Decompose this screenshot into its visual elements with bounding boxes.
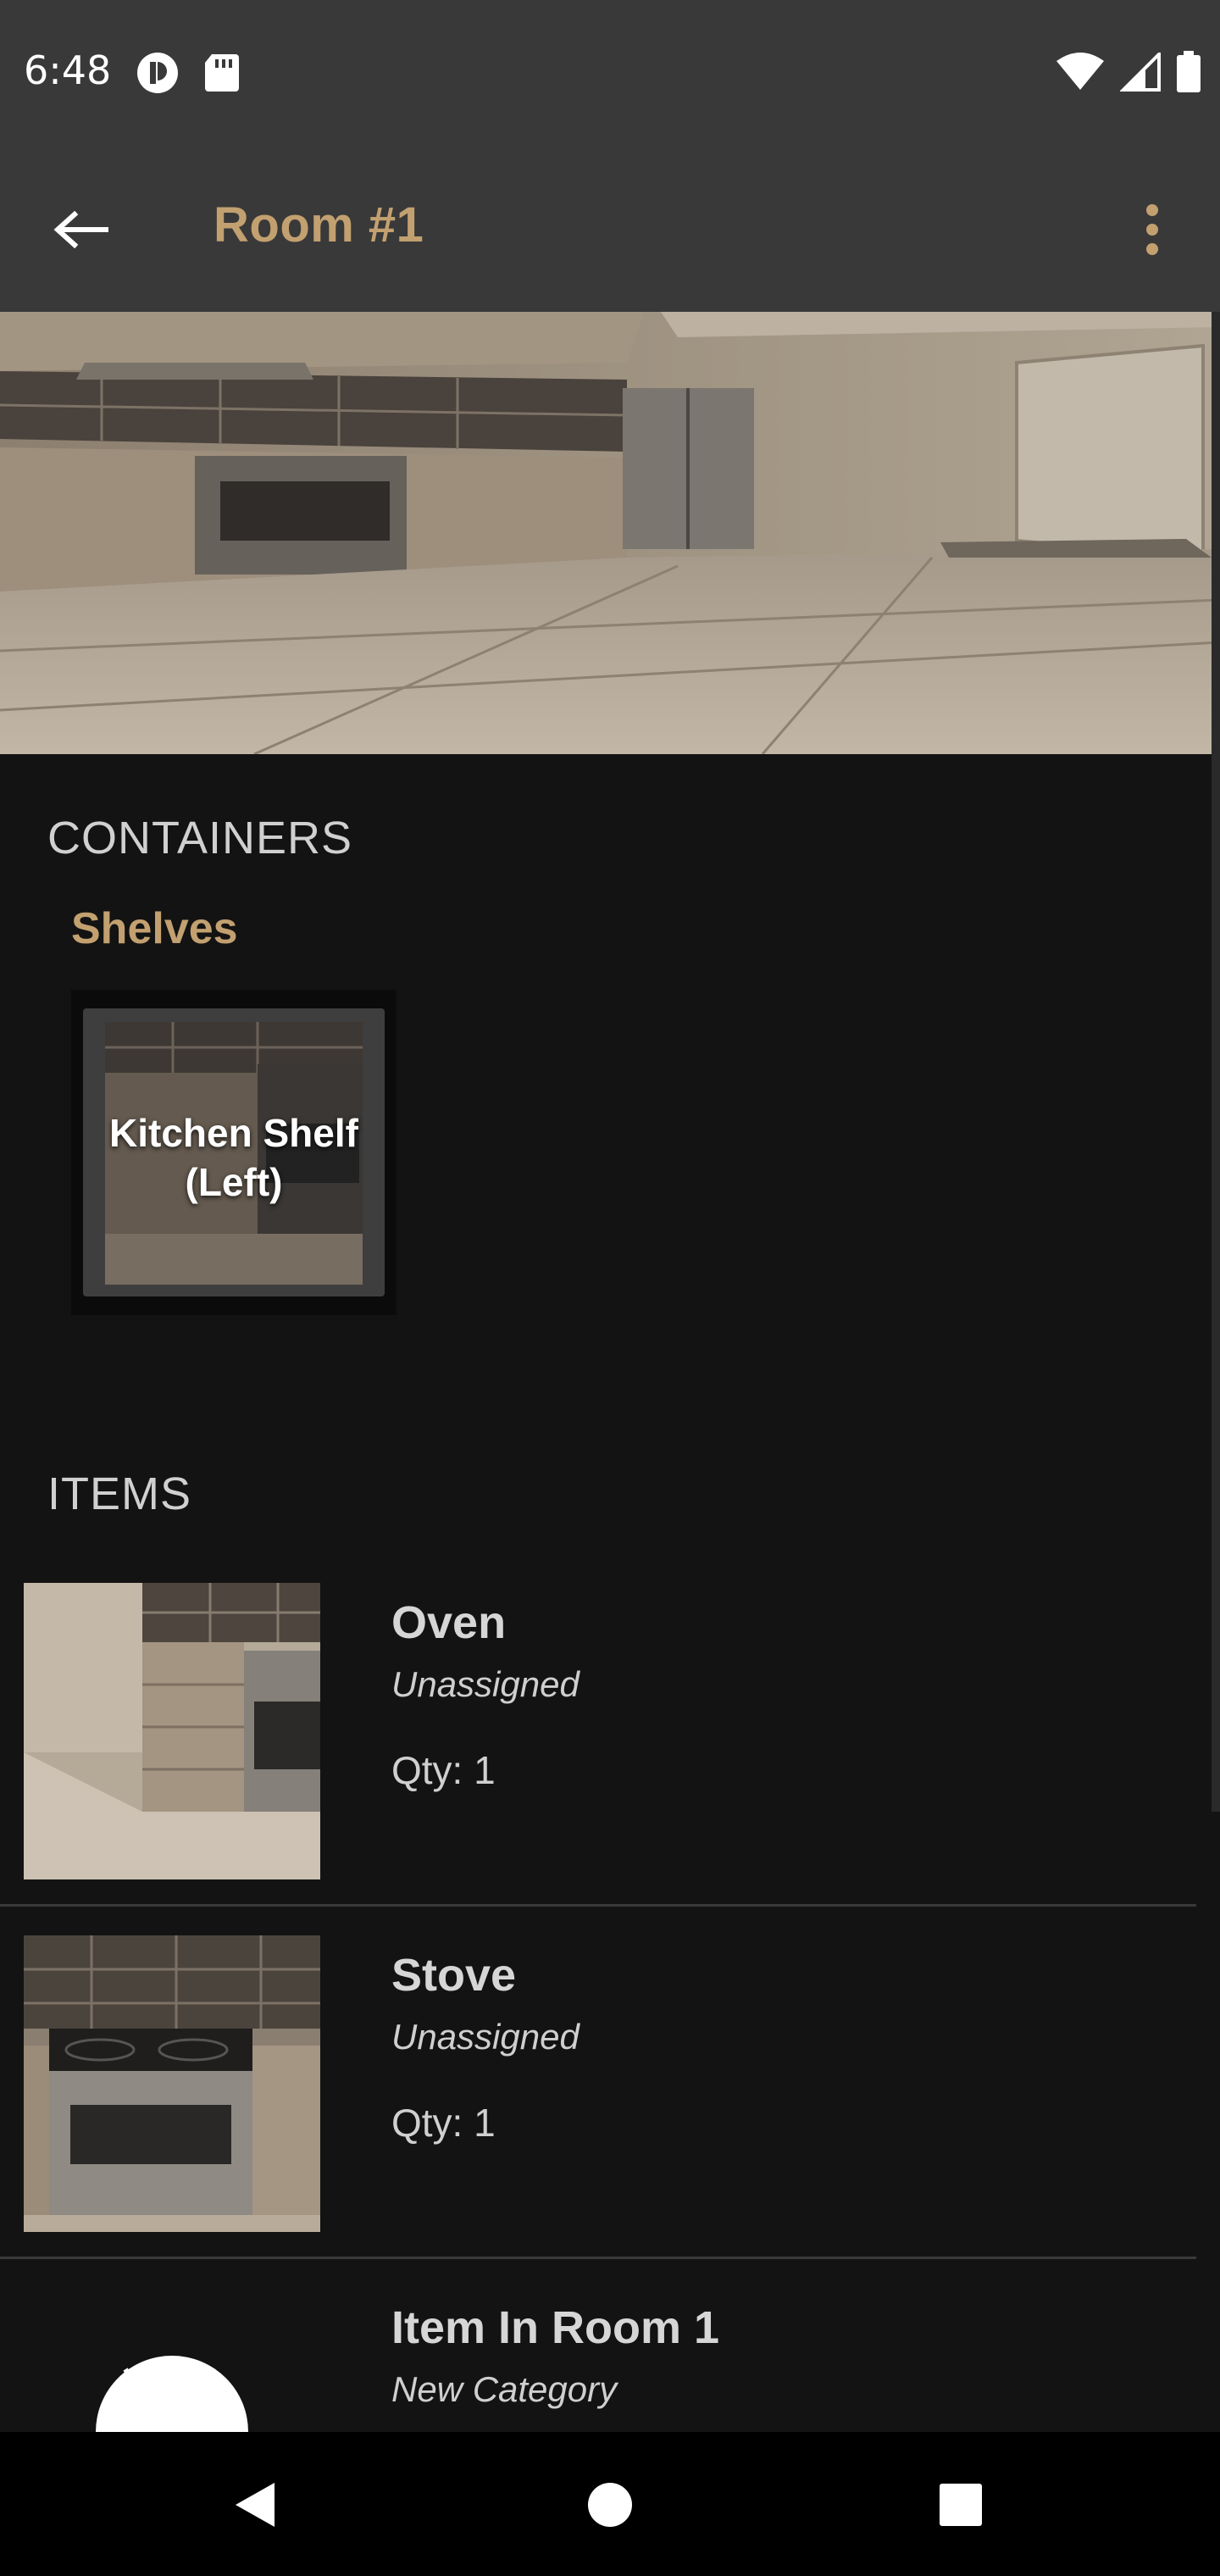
overflow-menu-button[interactable]: [1118, 192, 1186, 268]
item-name: Stove: [391, 1950, 517, 2001]
triangle-back-icon: [236, 2483, 274, 2527]
item-thumbnail: [24, 1935, 320, 2232]
page-title: Room #1: [214, 197, 424, 253]
status-indicators: [1056, 51, 1201, 93]
more-vert-icon: [1146, 204, 1158, 255]
container-card-frame: Kitchen Shelf (Left): [83, 1008, 385, 1296]
wifi-icon: [1056, 53, 1104, 90]
app-bar: Room #1: [0, 146, 1220, 312]
item-name: Item In Room 1: [391, 2302, 720, 2353]
cell-signal-icon: [1120, 53, 1161, 92]
screen: 6:48 Room #1 CONTAINERS Shelves Kitchen …: [0, 0, 1220, 2576]
arrow-back-icon: [53, 211, 108, 248]
item-name: Oven: [391, 1597, 507, 1648]
container-card-kitchen-shelf[interactable]: Kitchen Shelf (Left): [71, 990, 396, 1315]
containers-section-title: CONTAINERS: [47, 813, 353, 863]
category-label-shelves: Shelves: [71, 904, 238, 953]
status-time: 6:48: [24, 47, 112, 93]
item-category: Unassigned: [391, 2017, 580, 2057]
item-quantity: Qty: 1: [391, 2101, 496, 2145]
nav-back-button[interactable]: [214, 2464, 295, 2545]
list-item-stove[interactable]: Stove Unassigned Qty: 1: [0, 1935, 1196, 2286]
status-bar: 6:48: [0, 0, 1220, 146]
item-category: Unassigned: [391, 1664, 580, 1704]
item-category: New Category: [391, 2369, 618, 2409]
system-nav-bar: [0, 2432, 1220, 2576]
divider: [0, 1904, 1196, 1907]
back-button[interactable]: [42, 192, 119, 268]
item-thumbnail: [24, 1583, 320, 1879]
scrollbar[interactable]: [1212, 312, 1220, 1812]
square-recents-icon: [940, 2484, 982, 2526]
list-item-oven[interactable]: Oven Unassigned Qty: 1: [0, 1583, 1196, 1934]
item-thumbnail-android: [24, 2288, 320, 2432]
nav-home-button[interactable]: [569, 2464, 651, 2545]
circle-home-icon: [588, 2483, 632, 2527]
room-photo: [0, 312, 1220, 754]
container-label: Kitchen Shelf (Left): [109, 1111, 358, 1204]
nav-recents-button[interactable]: [920, 2464, 1001, 2545]
sd-card-icon: [205, 54, 239, 92]
android-placeholder-icon: [96, 2356, 248, 2432]
items-section-title: ITEMS: [47, 1468, 192, 1519]
item-quantity: Qty: 1: [391, 1748, 496, 1792]
pocket-casts-icon: [137, 53, 178, 93]
divider: [0, 2257, 1196, 2259]
battery-icon: [1177, 51, 1201, 92]
